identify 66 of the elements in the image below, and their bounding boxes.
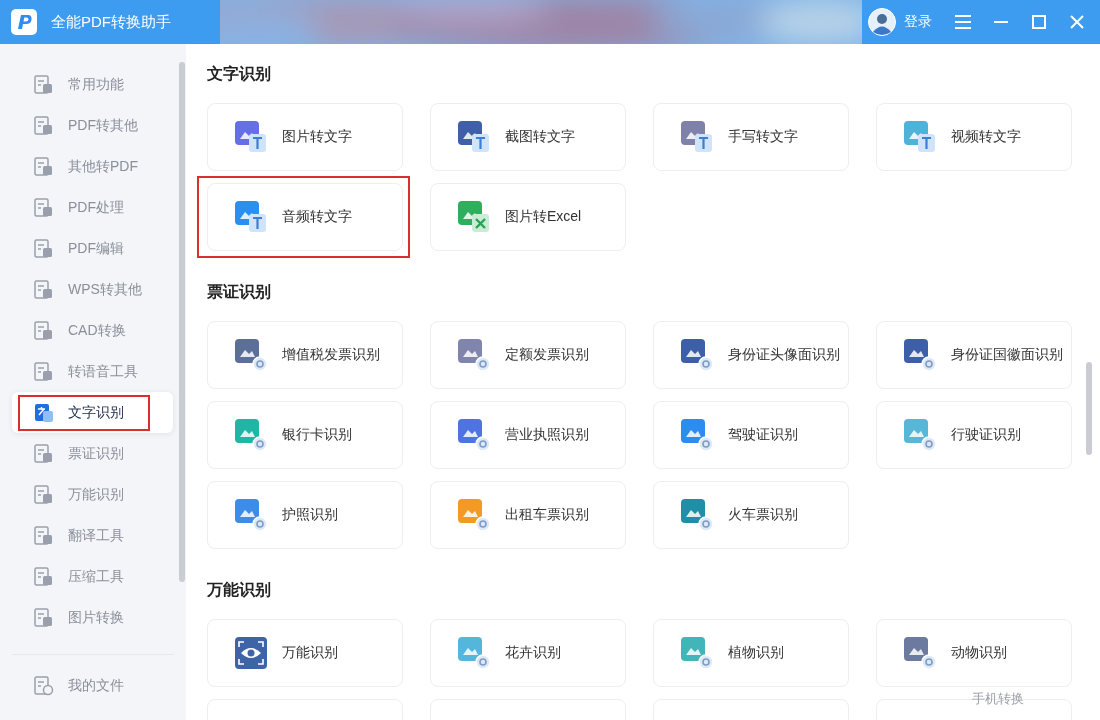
translate-icon (34, 402, 54, 423)
camera-icon (904, 419, 936, 451)
document-icon (34, 115, 54, 136)
file-icon (34, 675, 54, 696)
eye-icon (235, 637, 267, 669)
camera-icon (681, 339, 713, 371)
document-icon (34, 443, 54, 464)
feature-card[interactable]: 行驶证识别 (876, 401, 1072, 469)
feature-card[interactable]: 植物识别 (653, 619, 849, 687)
document-icon (34, 484, 54, 505)
scrollbar-thumb[interactable] (179, 62, 185, 582)
camera-icon (681, 419, 713, 451)
feature-card[interactable]: 截图转文字 (430, 103, 626, 171)
document-icon (34, 279, 54, 300)
feature-card[interactable]: 银行卡识别 (207, 401, 403, 469)
feature-card[interactable]: 万能识别 (207, 619, 403, 687)
feature-card[interactable]: 手写转文字 (653, 103, 849, 171)
document-icon (34, 156, 54, 177)
document-icon (34, 607, 54, 628)
document-icon (34, 74, 54, 95)
feature-card[interactable]: 增值税发票识别 (207, 321, 403, 389)
camera-icon (235, 419, 267, 451)
camera-icon (458, 419, 490, 451)
camera-icon (904, 637, 936, 669)
window-title: 全能PDF转换助手 (51, 12, 171, 32)
camera-icon (681, 499, 713, 531)
section-title: 万能识别 (207, 580, 272, 600)
feature-card[interactable]: 花卉识别 (430, 619, 626, 687)
feature-card[interactable]: 视频转文字 (876, 103, 1072, 171)
feature-card[interactable]: 出租车票识别 (430, 481, 626, 549)
feature-card[interactable]: 图片转Excel (430, 183, 626, 251)
camera-icon (681, 637, 713, 669)
app-logo-icon (11, 9, 37, 35)
feature-card[interactable]: 驾驶证识别 (653, 401, 849, 469)
document-icon (34, 566, 54, 587)
camera-icon (904, 339, 936, 371)
document-icon (34, 525, 54, 546)
document-icon (34, 238, 54, 259)
camera-icon (235, 499, 267, 531)
text-icon (458, 121, 490, 153)
spreadsheet-icon (458, 201, 490, 233)
camera-icon (458, 499, 490, 531)
scrollbar-thumb[interactable] (1086, 362, 1092, 455)
document-icon (34, 361, 54, 382)
sidebar-item[interactable]: 文字识别 (12, 392, 173, 433)
text-icon (904, 121, 936, 153)
feature-card[interactable]: 营业执照识别 (430, 401, 626, 469)
feature-card[interactable]: 护照识别 (207, 481, 403, 549)
text-icon (235, 201, 267, 233)
feature-card[interactable]: 身份证国徽面识别 (876, 321, 1072, 389)
document-icon (34, 320, 54, 341)
section-title: 文字识别 (207, 64, 272, 84)
camera-icon (458, 637, 490, 669)
feature-card[interactable]: 动物识别 (876, 619, 1072, 687)
camera-icon (235, 339, 267, 371)
avatar-icon (868, 8, 896, 36)
feature-card[interactable]: 图片转文字 (207, 103, 403, 171)
feature-card[interactable]: 音频转文字 (207, 183, 403, 251)
feature-card[interactable]: 定额发票识别 (430, 321, 626, 389)
section-title: 票证识别 (207, 282, 272, 302)
document-icon (34, 197, 54, 218)
camera-icon (458, 339, 490, 371)
feature-card[interactable]: 火车票识别 (653, 481, 849, 549)
text-icon (681, 121, 713, 153)
feature-card[interactable]: 身份证头像面识别 (653, 321, 849, 389)
text-icon (235, 121, 267, 153)
